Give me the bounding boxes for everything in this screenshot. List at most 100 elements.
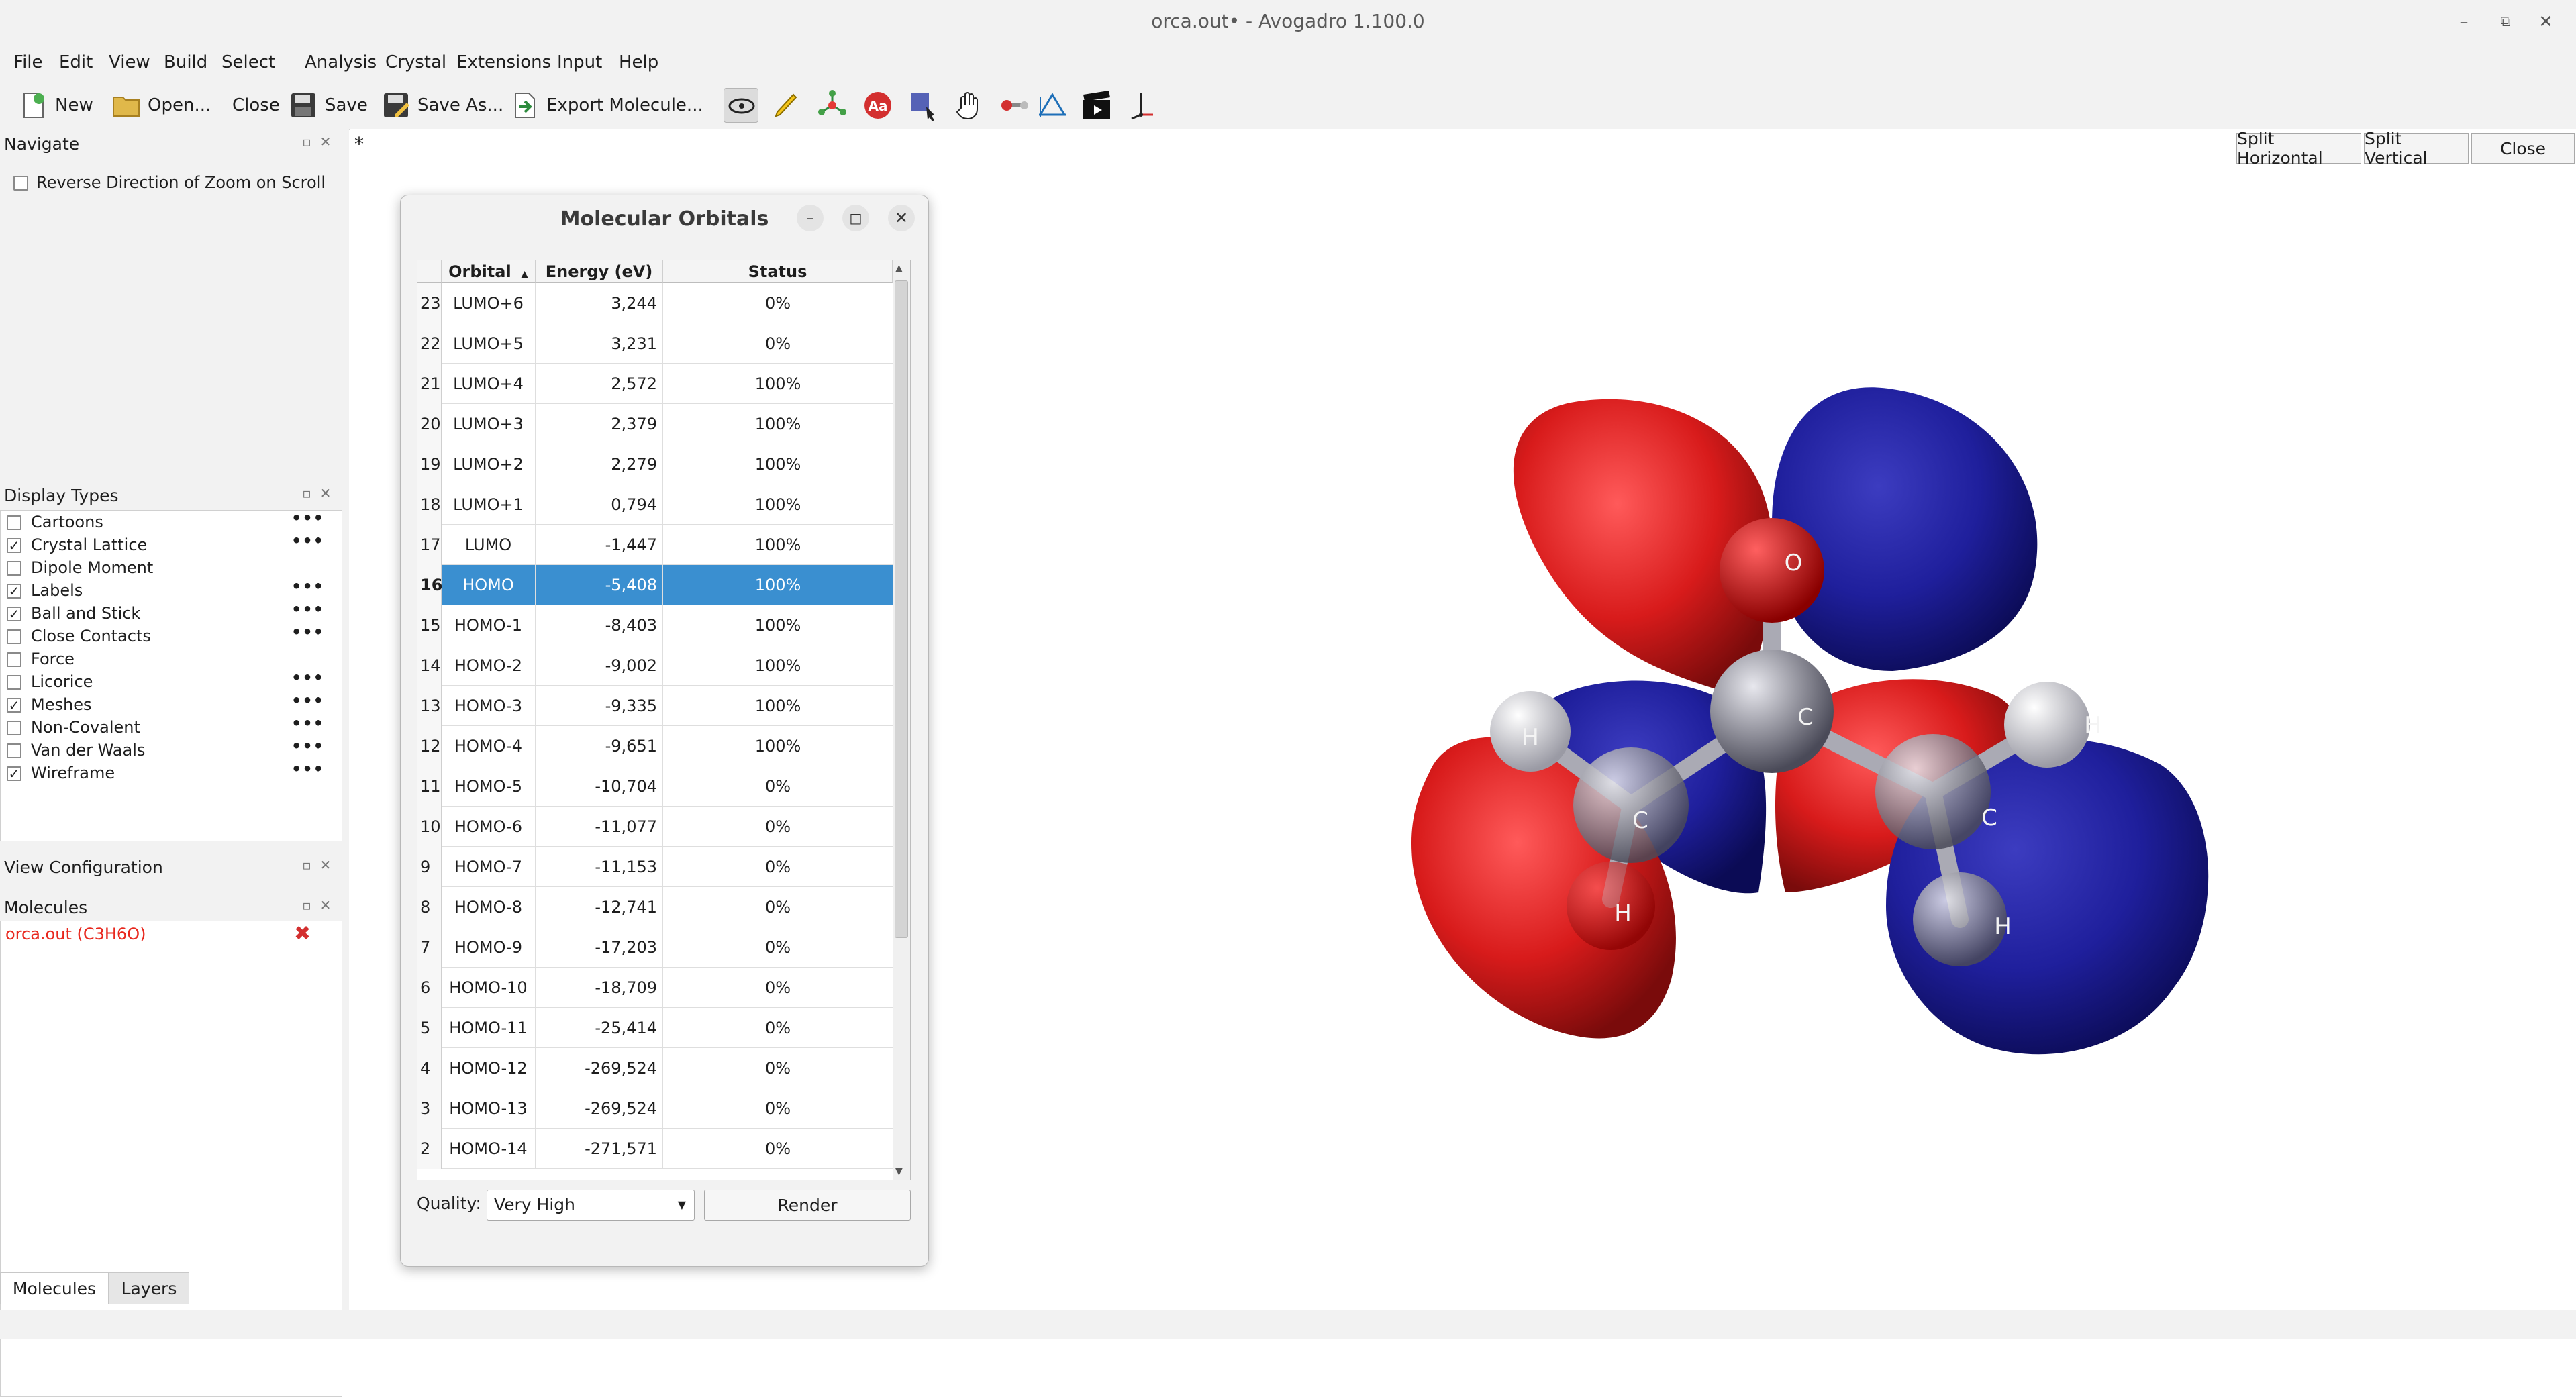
atom-oxygen[interactable] bbox=[1720, 518, 1824, 623]
reverse-zoom-checkbox[interactable] bbox=[13, 176, 28, 191]
menu-extensions[interactable]: Extensions bbox=[456, 52, 551, 72]
draw-tool[interactable] bbox=[769, 88, 804, 123]
menu-input[interactable]: Input bbox=[557, 52, 602, 72]
display-type-checkbox[interactable] bbox=[7, 743, 21, 758]
orbital-row[interactable]: 13 HOMO-3 -9,335 100% bbox=[417, 686, 893, 726]
save-button[interactable]: Save bbox=[289, 87, 368, 123]
orbital-row[interactable]: 17 LUMO -1,447 100% bbox=[417, 525, 893, 565]
scrollbar-thumb[interactable] bbox=[895, 280, 908, 938]
display-type-checkbox[interactable]: ✓ bbox=[7, 766, 21, 781]
display-type-settings-button[interactable]: ••• bbox=[291, 531, 324, 550]
display-type-checkbox[interactable]: ✓ bbox=[7, 607, 21, 621]
animation-tool[interactable] bbox=[1079, 88, 1114, 123]
split-close-button[interactable]: Close bbox=[2471, 133, 2575, 164]
table-scrollbar[interactable]: ▲ ▼ bbox=[893, 260, 910, 1180]
orbital-row[interactable]: 9 HOMO-7 -11,153 0% bbox=[417, 847, 893, 887]
tab-molecules[interactable]: Molecules bbox=[0, 1272, 109, 1304]
display-type-checkbox[interactable] bbox=[7, 561, 21, 576]
minimize-icon[interactable]: – bbox=[2454, 12, 2474, 32]
display-type-settings-button[interactable]: ••• bbox=[291, 714, 324, 733]
float-icon[interactable]: ▫ bbox=[299, 858, 314, 872]
display-type-settings-button[interactable]: ••• bbox=[291, 509, 324, 527]
render-button[interactable]: Render bbox=[704, 1190, 911, 1221]
atom-hydrogen[interactable] bbox=[1567, 862, 1655, 950]
close-icon[interactable]: ✕ bbox=[318, 486, 333, 501]
display-type-checkbox[interactable] bbox=[7, 629, 21, 644]
float-icon[interactable]: ▫ bbox=[299, 486, 314, 501]
orbital-row[interactable]: 4 HOMO-12 -269,524 0% bbox=[417, 1048, 893, 1088]
orbital-row[interactable]: 22 LUMO+5 3,231 0% bbox=[417, 323, 893, 364]
save-as-button[interactable]: Save As... bbox=[381, 87, 503, 123]
view-tab-marker[interactable]: * bbox=[354, 133, 364, 155]
menu-file[interactable]: File bbox=[13, 52, 43, 72]
manipulate-tool[interactable] bbox=[952, 88, 987, 123]
orbital-row[interactable]: 18 LUMO+1 0,794 100% bbox=[417, 484, 893, 525]
display-type-settings-button[interactable]: ••• bbox=[291, 691, 324, 710]
orbital-row[interactable]: 21 LUMO+4 2,572 100% bbox=[417, 364, 893, 404]
close-icon[interactable]: ✕ bbox=[888, 205, 915, 231]
orbital-row[interactable]: 14 HOMO-2 -9,002 100% bbox=[417, 645, 893, 686]
orbital-column-header[interactable]: Orbital ▲ bbox=[442, 260, 536, 283]
atom-carbon[interactable] bbox=[1875, 734, 1991, 849]
align-tool[interactable] bbox=[1124, 88, 1158, 123]
atom-hydrogen[interactable] bbox=[2004, 682, 2090, 768]
template-tool[interactable] bbox=[815, 88, 850, 123]
menu-view[interactable]: View bbox=[109, 52, 150, 72]
scroll-up-icon[interactable]: ▲ bbox=[895, 263, 903, 274]
close-icon[interactable]: ✕ bbox=[318, 898, 333, 913]
orbital-row[interactable]: 8 HOMO-8 -12,741 0% bbox=[417, 887, 893, 927]
remove-molecule-icon[interactable]: ✖ bbox=[294, 922, 311, 945]
energy-column-header[interactable]: Energy (eV) bbox=[536, 260, 663, 283]
molecule-item[interactable]: orca.out (C3H6O) bbox=[5, 925, 146, 943]
display-type-checkbox[interactable] bbox=[7, 515, 21, 530]
split-horizontal-button[interactable]: Split Horizontal bbox=[2236, 129, 2361, 168]
close-window-icon[interactable]: ✕ bbox=[2536, 12, 2556, 32]
close-icon[interactable]: ✕ bbox=[318, 858, 333, 872]
menu-build[interactable]: Build bbox=[164, 52, 207, 72]
orbital-row[interactable]: 19 LUMO+2 2,279 100% bbox=[417, 444, 893, 484]
atom-hydrogen[interactable] bbox=[1913, 872, 2007, 966]
display-type-checkbox[interactable] bbox=[7, 652, 21, 667]
measure-tool[interactable] bbox=[1035, 88, 1070, 123]
orbital-row[interactable]: 10 HOMO-6 -11,077 0% bbox=[417, 807, 893, 847]
display-type-settings-button[interactable]: ••• bbox=[291, 600, 324, 619]
orbital-row[interactable]: 20 LUMO+3 2,379 100% bbox=[417, 404, 893, 444]
maximize-icon[interactable]: □ bbox=[842, 205, 869, 231]
menu-help[interactable]: Help bbox=[619, 52, 658, 72]
display-type-settings-button[interactable]: ••• bbox=[291, 668, 324, 687]
status-column-header[interactable]: Status bbox=[663, 260, 893, 283]
quality-select[interactable]: Very High ▼ bbox=[487, 1190, 695, 1221]
display-type-settings-button[interactable]: ••• bbox=[291, 577, 324, 596]
orbital-row-selected[interactable]: 16 HOMO -5,408 100% bbox=[417, 565, 893, 605]
label-tool[interactable]: Aa bbox=[860, 88, 895, 123]
float-icon[interactable]: ▫ bbox=[299, 134, 314, 149]
scroll-down-icon[interactable]: ▼ bbox=[895, 1166, 903, 1177]
display-type-checkbox[interactable]: ✓ bbox=[7, 538, 21, 553]
orbital-row[interactable]: 7 HOMO-9 -17,203 0% bbox=[417, 927, 893, 968]
split-vertical-button[interactable]: Split Vertical bbox=[2364, 129, 2469, 168]
menu-select[interactable]: Select bbox=[221, 52, 275, 72]
close-button[interactable]: Close bbox=[232, 87, 280, 123]
minimize-icon[interactable]: – bbox=[797, 205, 824, 231]
close-icon[interactable]: ✕ bbox=[318, 134, 333, 149]
display-type-checkbox[interactable]: ✓ bbox=[7, 698, 21, 713]
orbital-row[interactable]: 6 HOMO-10 -18,709 0% bbox=[417, 968, 893, 1008]
orbital-row[interactable]: 23 LUMO+6 3,244 0% bbox=[417, 283, 893, 323]
display-type-checkbox[interactable]: ✓ bbox=[7, 584, 21, 599]
menu-edit[interactable]: Edit bbox=[59, 52, 93, 72]
tab-layers[interactable]: Layers bbox=[109, 1272, 189, 1304]
orbital-row[interactable]: 2 HOMO-14 -271,571 0% bbox=[417, 1129, 893, 1169]
orbital-row[interactable]: 12 HOMO-4 -9,651 100% bbox=[417, 726, 893, 766]
open-button[interactable]: Open... bbox=[111, 87, 211, 123]
orbital-row[interactable]: 15 HOMO-1 -8,403 100% bbox=[417, 605, 893, 645]
display-type-settings-button[interactable]: ••• bbox=[291, 623, 324, 641]
float-icon[interactable]: ▫ bbox=[299, 898, 314, 913]
display-type-checkbox[interactable] bbox=[7, 721, 21, 735]
orbital-row[interactable]: 3 HOMO-13 -269,524 0% bbox=[417, 1088, 893, 1129]
display-type-checkbox[interactable] bbox=[7, 675, 21, 690]
menu-analysis[interactable]: Analysis bbox=[305, 52, 377, 72]
export-molecule-button[interactable]: Export Molecule... bbox=[510, 87, 703, 123]
atom-carbon[interactable] bbox=[1573, 747, 1689, 863]
restore-icon[interactable]: ⧉ bbox=[2495, 12, 2516, 32]
new-button[interactable]: New bbox=[19, 87, 93, 123]
